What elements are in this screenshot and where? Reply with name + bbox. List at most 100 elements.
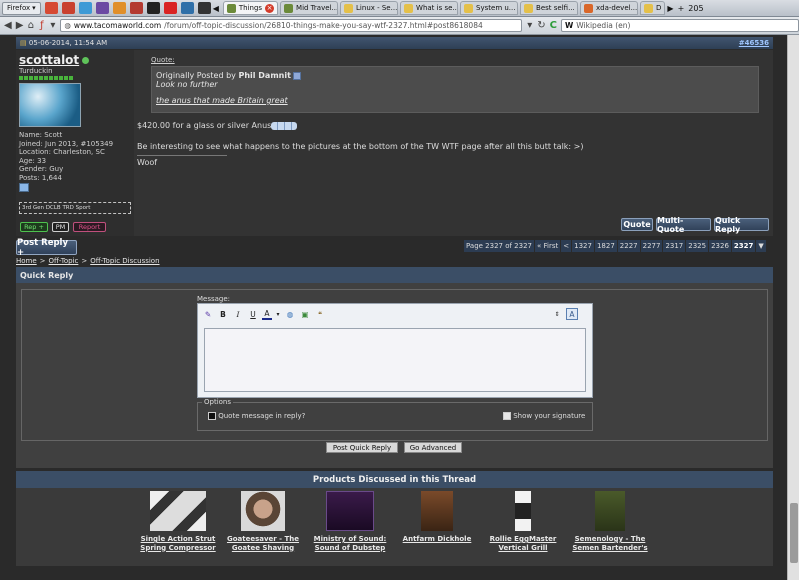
yahoo-icon[interactable] <box>95 2 109 14</box>
multi-quote-button[interactable]: Multi-Quote <box>656 216 711 234</box>
quick-reply-button[interactable]: Quick Reply <box>714 216 769 234</box>
product-image[interactable] <box>241 491 285 531</box>
app-icon[interactable] <box>180 2 194 14</box>
flash-icon[interactable]: ƒ <box>38 20 45 31</box>
product-image[interactable] <box>595 491 625 531</box>
tab-best-selfie[interactable]: Best selfi... <box>520 1 579 15</box>
tab-xda[interactable]: xda-devel... <box>580 1 639 15</box>
quote-button[interactable]: Quote <box>621 218 653 231</box>
product-card[interactable]: Goateesaver - The Goatee Shaving <box>215 491 311 552</box>
home-icon[interactable]: ⌂ <box>27 20 34 31</box>
insert-image-icon[interactable]: ▣ <box>299 308 311 320</box>
view-post-icon[interactable] <box>293 71 302 80</box>
firefox-menu-button[interactable]: Firefox ▾ <box>2 1 41 15</box>
gmail-icon[interactable] <box>61 2 75 14</box>
product-image[interactable] <box>515 491 531 531</box>
signature-checkbox[interactable] <box>503 412 511 420</box>
product-card[interactable]: Ministry of Sound: Sound of Dubstep <box>302 491 398 552</box>
addon-icon[interactable]: C <box>550 20 557 31</box>
tab-linux[interactable]: Linux - Se... <box>340 1 399 15</box>
tab-system[interactable]: System u... <box>460 1 519 15</box>
close-icon[interactable]: × <box>265 3 275 13</box>
product-name[interactable]: Single Action Strut Spring Compressor <box>130 535 226 552</box>
search-engine-label: Wikipedia (en) <box>576 21 631 30</box>
chevron-down-icon[interactable]: ▾ <box>275 308 281 320</box>
underline-icon[interactable]: U <box>247 308 259 320</box>
page-jump-icon[interactable]: ▼ <box>756 240 766 252</box>
record-icon[interactable] <box>163 2 177 14</box>
terminal-icon[interactable] <box>146 2 160 14</box>
remove-format-icon[interactable]: ✎ <box>202 308 214 320</box>
garage-icon[interactable] <box>19 183 29 192</box>
rep-button[interactable]: Rep + <box>20 222 48 232</box>
page-link[interactable]: 2317 <box>663 240 686 252</box>
bookmarks-icon[interactable]: ▾ <box>49 20 56 31</box>
new-tab-icon[interactable]: + <box>676 4 687 13</box>
page-link[interactable]: 1827 <box>594 240 617 252</box>
product-card[interactable]: Single Action Strut Spring Compressor <box>130 491 226 552</box>
breadcrumb-off-topic-discussion[interactable]: Off-Topic Discussion <box>90 257 159 265</box>
tab-scroll-right-icon[interactable]: ▶ <box>665 4 675 13</box>
avatar[interactable] <box>19 83 81 127</box>
font-color-icon[interactable]: A <box>262 308 272 320</box>
scrollbar-thumb[interactable] <box>790 503 798 563</box>
page-first-link[interactable]: « First <box>535 240 561 252</box>
quote-icon[interactable]: ❝ <box>314 308 326 320</box>
go-advanced-button[interactable]: Go Advanced <box>404 442 462 453</box>
message-textarea[interactable] <box>204 328 586 392</box>
product-image[interactable] <box>326 491 374 531</box>
tab-things[interactable]: Things × <box>222 1 279 15</box>
search-field[interactable]: W Wikipedia (en) <box>561 19 799 32</box>
app-icon[interactable] <box>112 2 126 14</box>
page-link[interactable]: 1327 <box>572 240 594 252</box>
product-name[interactable]: Ministry of Sound: Sound of Dubstep <box>302 535 398 552</box>
switch-editor-mode-icon[interactable]: A <box>566 308 578 320</box>
product-image[interactable] <box>150 491 206 531</box>
tab-mid-travel[interactable]: Mid Travel... <box>280 1 339 15</box>
page-scrollbar[interactable] <box>787 35 799 580</box>
page-link[interactable]: 2326 <box>709 240 731 252</box>
username-text[interactable]: scottalot <box>19 53 79 67</box>
report-button[interactable]: Report <box>73 222 106 232</box>
signature-option[interactable]: Show your signature <box>503 412 585 420</box>
forward-icon[interactable]: ▶ <box>16 20 24 31</box>
dropdown-icon[interactable]: ▾ <box>526 20 533 31</box>
quote-option[interactable]: Quote message in reply? <box>208 412 305 420</box>
smilies-icon <box>271 121 298 130</box>
product-card[interactable]: Semenology - The Semen Bartender's <box>562 491 658 552</box>
tab-d[interactable]: D <box>640 1 666 15</box>
twitter-icon[interactable] <box>78 2 92 14</box>
page-link[interactable]: 2325 <box>686 240 709 252</box>
resize-icon[interactable]: ⇕ <box>551 308 563 320</box>
back-icon[interactable]: ◀ <box>4 20 12 31</box>
post-quick-reply-button[interactable]: Post Quick Reply <box>326 442 398 453</box>
product-card[interactable]: Antfarm Dickhole <box>389 491 485 544</box>
tab-what-is[interactable]: What is se... <box>400 1 459 15</box>
page-prev-link[interactable]: < <box>561 240 572 252</box>
breadcrumb-off-topic[interactable]: Off-Topic <box>49 257 79 265</box>
product-name[interactable]: Goateesaver - The Goatee Shaving <box>215 535 311 552</box>
breadcrumb-home[interactable]: Home <box>16 257 37 265</box>
product-image[interactable] <box>421 491 453 531</box>
tab-scroll-left-icon[interactable]: ◀ <box>211 4 221 13</box>
google-plus-icon[interactable] <box>44 2 58 14</box>
product-name[interactable]: Semenology - The Semen Bartender's <box>562 535 658 552</box>
quote-checkbox[interactable] <box>208 412 216 420</box>
page-link[interactable]: 2227 <box>617 240 640 252</box>
author-username[interactable]: scottalot <box>19 53 131 67</box>
insert-link-icon[interactable]: ◍ <box>284 308 296 320</box>
page-link[interactable]: 2277 <box>640 240 663 252</box>
product-card[interactable]: Rollie EggMaster Vertical Grill <box>475 491 571 552</box>
app-icon[interactable] <box>197 2 211 14</box>
pm-button[interactable]: PM <box>52 222 69 232</box>
product-name[interactable]: Antfarm Dickhole <box>389 535 485 544</box>
post-reply-button[interactable]: Post Reply + <box>16 238 77 258</box>
quote-link[interactable]: the anus that made Britain great <box>156 96 754 105</box>
app-icon[interactable] <box>129 2 143 14</box>
product-name[interactable]: Rollie EggMaster Vertical Grill <box>475 535 571 552</box>
reload-icon[interactable]: ↻ <box>537 20 545 31</box>
post-number-link[interactable]: #46536 <box>739 39 769 47</box>
italic-icon[interactable]: I <box>232 308 244 320</box>
bold-icon[interactable]: B <box>217 308 229 320</box>
url-bar[interactable]: ◍ www.tacomaworld.com/forum/off-topic-di… <box>60 19 523 32</box>
